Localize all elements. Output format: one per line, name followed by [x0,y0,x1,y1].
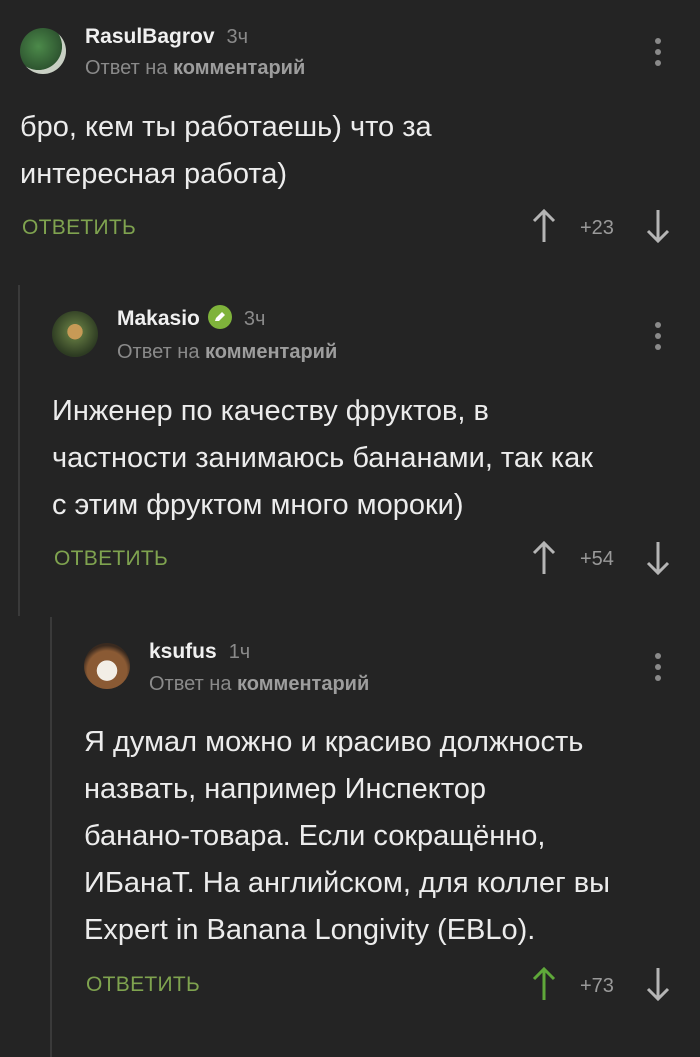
thread-line-level-1 [18,285,20,616]
reply-to-link[interactable]: Ответ на комментарий [117,341,337,364]
score: +73 [580,975,614,997]
reply-to-link[interactable]: Ответ на комментарий [149,673,369,696]
avatar[interactable] [84,643,130,689]
reply-button[interactable]: ОТВЕТИТЬ [22,216,136,240]
downvote-arrow-icon[interactable] [643,540,673,576]
author-name[interactable]: ksufus 1ч [149,640,250,664]
avatar[interactable] [20,28,66,74]
reply-to-link[interactable]: Ответ на комментарий [85,57,305,80]
downvote-arrow-icon[interactable] [643,966,673,1002]
comment-text: бро, кем ты работаешь) что за интересная… [20,111,432,190]
comment-text: Инженер по качеству фруктов, в частности… [52,395,593,521]
verified-badge-icon [207,305,232,330]
upvote-arrow-icon[interactable] [529,208,559,244]
upvote-arrow-icon[interactable] [529,540,559,576]
score: +23 [580,217,614,239]
comment-text: Я думал можно и красиво должность назват… [84,726,610,946]
more-options-icon[interactable] [654,38,662,70]
author-name[interactable]: RasulBagrov 3ч [85,25,248,49]
score: +54 [580,548,614,570]
comment-time: 3ч [243,308,266,330]
downvote-arrow-icon[interactable] [643,208,673,244]
thread-line-level-2 [50,617,52,1057]
reply-button[interactable]: ОТВЕТИТЬ [86,973,200,997]
comment-time: 3ч [226,26,249,48]
reply-button[interactable]: ОТВЕТИТЬ [54,547,168,571]
more-options-icon[interactable] [654,653,662,685]
author-name[interactable]: Makasio 3ч [117,305,266,331]
upvote-arrow-icon[interactable] [529,966,559,1002]
more-options-icon[interactable] [654,322,662,354]
comment-time: 1ч [228,641,251,663]
avatar[interactable] [52,311,98,357]
